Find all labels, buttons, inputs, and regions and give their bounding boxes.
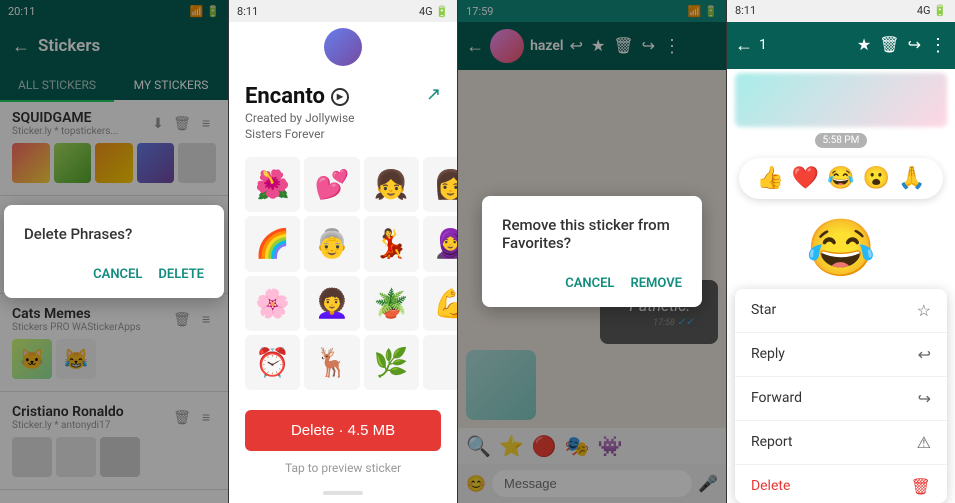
delete-dialog-title: Delete Phrases? bbox=[24, 225, 204, 243]
status-bar-2: 8:11 4G 🔋 bbox=[229, 0, 457, 22]
remove-favorites-actions: CANCEL REMOVE bbox=[502, 272, 682, 295]
selected-count: 1 bbox=[759, 37, 767, 53]
sticker-cell[interactable]: 🌸 bbox=[245, 276, 300, 331]
emoji-pray[interactable]: 🙏 bbox=[898, 166, 925, 191]
sticker-cell[interactable]: 💃 bbox=[364, 216, 419, 271]
reply-label: Reply bbox=[751, 346, 785, 362]
sticker-cell[interactable]: 💪 bbox=[423, 276, 457, 331]
emoji-laugh[interactable]: 😂 bbox=[827, 166, 854, 191]
time-badge: 5:58 PM bbox=[815, 133, 868, 148]
delete-pack-button[interactable]: Delete · 4.5 MB bbox=[245, 410, 441, 451]
sticker-cell[interactable]: 🌺 bbox=[245, 157, 300, 212]
star-icon-context: ☆ bbox=[917, 301, 931, 320]
blurred-image bbox=[735, 73, 947, 127]
icons-4: 4G 🔋 bbox=[917, 4, 947, 17]
sticker-cell[interactable]: 👩 bbox=[423, 157, 457, 212]
panel-sticker-list: 20:11 📶 🔋 ← Stickers ALL STICKERS MY STI… bbox=[0, 0, 229, 503]
forward-action-icon[interactable]: ↪ bbox=[908, 35, 921, 56]
report-label: Report bbox=[751, 434, 793, 450]
play-icon[interactable]: ▶ bbox=[331, 88, 349, 106]
sticker-cell[interactable]: 👧 bbox=[364, 157, 419, 212]
hazel-avatar bbox=[324, 28, 362, 66]
sticker-cell[interactable]: 👵 bbox=[304, 216, 359, 271]
back-button-4[interactable]: ← bbox=[735, 35, 753, 56]
report-icon-context: ⚠ bbox=[917, 433, 931, 452]
icons-2: 4G 🔋 bbox=[419, 5, 449, 18]
time-2: 8:11 bbox=[237, 5, 258, 18]
remove-favorites-dialog: Remove this sticker from Favorites? CANC… bbox=[482, 196, 702, 307]
delete-icon-context: 🗑 bbox=[911, 477, 931, 496]
panel-encanto-pack: 8:11 4G 🔋 Encanto ▶ Created by Jollywise… bbox=[229, 0, 458, 503]
emoji-thumbs-up[interactable]: 👍 bbox=[756, 166, 783, 191]
emoji-wow[interactable]: 😮 bbox=[863, 166, 890, 191]
delete-dialog-actions: CANCEL DELETE bbox=[24, 263, 204, 286]
sticker-cell[interactable]: 🧕 bbox=[423, 216, 457, 271]
sticker-cell[interactable]: 🌿 bbox=[364, 335, 419, 390]
pack-title: Encanto ▶ bbox=[245, 84, 355, 109]
panel-context-menu: 8:11 4G 🔋 ← 1 ★ 🗑 ↪ ⋮ 5:58 PM 👍 ❤️ 😂 😮 🙏… bbox=[727, 0, 955, 503]
delete-dialog-overlay: Delete Phrases? CANCEL DELETE bbox=[0, 0, 228, 503]
tap-preview-text: Tap to preview sticker bbox=[229, 457, 457, 487]
context-item-forward[interactable]: Forward ↪ bbox=[735, 377, 947, 421]
sticker-cell[interactable]: 💕 bbox=[304, 157, 359, 212]
reply-icon-context: ↩ bbox=[918, 345, 931, 364]
context-item-star[interactable]: Star ☆ bbox=[735, 289, 947, 333]
remove-favorites-title: Remove this sticker from Favorites? bbox=[502, 216, 682, 252]
context-item-report[interactable]: Report ⚠ bbox=[735, 421, 947, 465]
sticker-cell[interactable]: ⏰ bbox=[245, 335, 300, 390]
emoji-heart[interactable]: ❤️ bbox=[792, 166, 819, 191]
sticker-cell[interactable] bbox=[423, 335, 457, 390]
star-action-icon[interactable]: ★ bbox=[857, 35, 871, 56]
delete-btn-container: Delete · 4.5 MB bbox=[229, 398, 457, 457]
pack-header: Encanto ▶ Created by Jollywise Sisters F… bbox=[229, 72, 457, 149]
trash-action-icon[interactable]: 🗑 bbox=[879, 35, 899, 56]
delete-label: Delete bbox=[751, 478, 790, 494]
pack-subtitle: Sisters Forever bbox=[245, 127, 355, 141]
context-item-reply[interactable]: Reply ↩ bbox=[735, 333, 947, 377]
delete-dialog: Delete Phrases? CANCEL DELETE bbox=[4, 205, 224, 298]
cancel-button-3[interactable]: CANCEL bbox=[565, 272, 614, 295]
forward-icon-context: ↪ bbox=[918, 389, 931, 408]
share-button[interactable]: ↗ bbox=[426, 84, 441, 105]
cancel-button[interactable]: CANCEL bbox=[93, 263, 142, 286]
sticker-cell[interactable]: 👩‍🦱 bbox=[304, 276, 359, 331]
sticker-grid-encanto: 🌺 💕 👧 👩 🌈 👵 💃 🧕 🌸 👩‍🦱 🪴 💪 ⏰ 🦌 🌿 bbox=[229, 149, 457, 398]
sticker-cell[interactable]: 🪴 bbox=[364, 276, 419, 331]
remove-button[interactable]: REMOVE bbox=[630, 272, 682, 295]
pack-creator: Created by Jollywise bbox=[245, 111, 355, 125]
forward-label: Forward bbox=[751, 390, 802, 406]
chat-actions-4: ★ 🗑 ↪ ⋮ bbox=[857, 35, 947, 56]
sticker-cell[interactable]: 🦌 bbox=[304, 335, 359, 390]
status-bar-4: 8:11 4G 🔋 bbox=[727, 0, 955, 22]
chat-header-4: ← 1 ★ 🗑 ↪ ⋮ bbox=[727, 22, 955, 69]
context-item-delete[interactable]: Delete 🗑 bbox=[735, 465, 947, 503]
emoji-reaction-bar: 👍 ❤️ 😂 😮 🙏 bbox=[739, 158, 943, 199]
sticker-cell[interactable]: 🌈 bbox=[245, 216, 300, 271]
bottom-bar bbox=[323, 491, 363, 495]
panel-chat: 17:59 📶 🔋 ← hazel ↩ ★ 🗑 ↪ ⋮ "Pathetic." … bbox=[458, 0, 727, 503]
more-menu-icon-4[interactable]: ⋮ bbox=[929, 35, 947, 56]
time-4: 8:11 bbox=[735, 4, 756, 17]
delete-button[interactable]: DELETE bbox=[158, 263, 204, 286]
remove-favorites-overlay: Remove this sticker from Favorites? CANC… bbox=[458, 0, 726, 503]
star-label: Star bbox=[751, 302, 776, 318]
selected-laugh-emoji: 😂 bbox=[727, 207, 955, 289]
context-menu: Star ☆ Reply ↩ Forward ↪ Report ⚠ Delete… bbox=[735, 289, 947, 503]
